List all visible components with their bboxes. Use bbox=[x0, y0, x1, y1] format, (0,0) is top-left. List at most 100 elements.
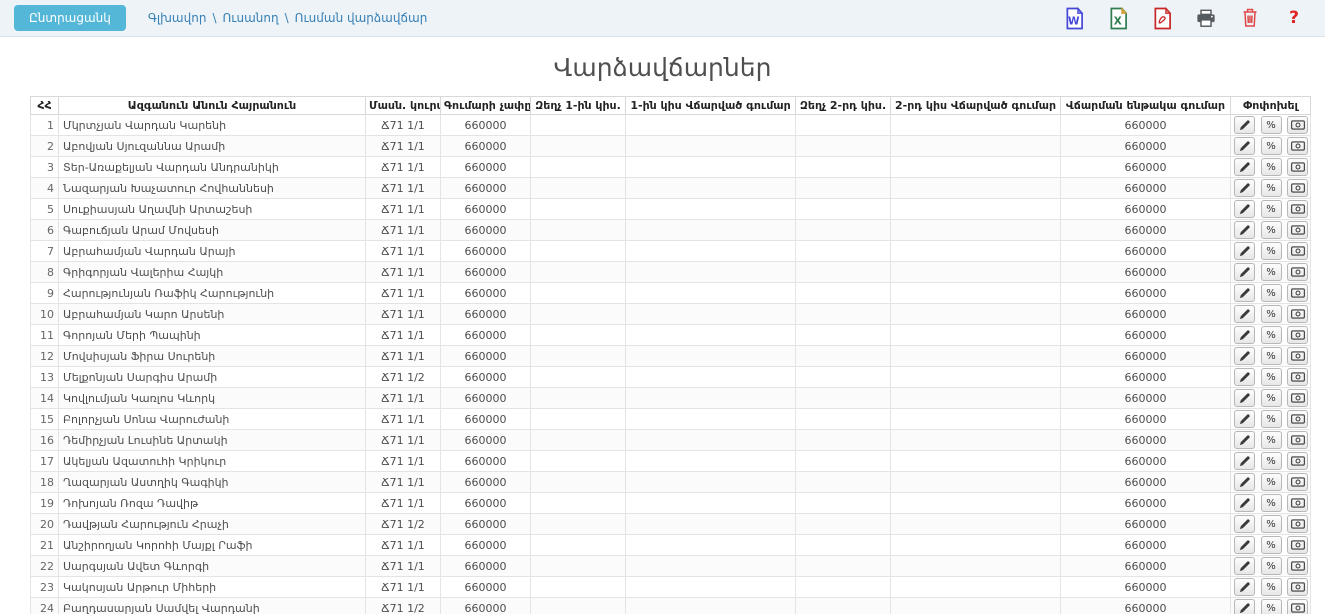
payment-button[interactable] bbox=[1287, 599, 1308, 614]
edit-button[interactable] bbox=[1234, 284, 1255, 302]
help-icon[interactable]: ? bbox=[1283, 6, 1305, 30]
payment-button[interactable] bbox=[1287, 179, 1308, 197]
breadcrumb-student[interactable]: Ուսանող bbox=[223, 11, 279, 25]
discount-percent-button[interactable]: % bbox=[1261, 305, 1282, 323]
payment-button[interactable] bbox=[1287, 389, 1308, 407]
payment-button[interactable] bbox=[1287, 557, 1308, 575]
payment-button[interactable] bbox=[1287, 410, 1308, 428]
discount-sem1 bbox=[531, 409, 626, 430]
payment-button[interactable] bbox=[1287, 284, 1308, 302]
payment-button[interactable] bbox=[1287, 347, 1308, 365]
edit-button[interactable] bbox=[1234, 599, 1255, 614]
paid-sem1 bbox=[626, 241, 796, 262]
discount-percent-button[interactable]: % bbox=[1261, 263, 1282, 281]
menu-button[interactable]: Ընտրացանկ bbox=[14, 5, 126, 31]
payment-button[interactable] bbox=[1287, 137, 1308, 155]
edit-button[interactable] bbox=[1234, 578, 1255, 596]
edit-button[interactable] bbox=[1234, 368, 1255, 386]
payment-button[interactable] bbox=[1287, 536, 1308, 554]
discount-percent-button[interactable]: % bbox=[1261, 242, 1282, 260]
discount-percent-button[interactable]: % bbox=[1261, 410, 1282, 428]
discount-percent-button[interactable]: % bbox=[1261, 452, 1282, 470]
discount-percent-button[interactable]: % bbox=[1261, 536, 1282, 554]
discount-percent-button[interactable]: % bbox=[1261, 431, 1282, 449]
edit-button[interactable] bbox=[1234, 473, 1255, 491]
edit-button[interactable] bbox=[1234, 179, 1255, 197]
payment-button[interactable] bbox=[1287, 221, 1308, 239]
pencil-icon bbox=[1239, 288, 1250, 299]
payment-button[interactable] bbox=[1287, 326, 1308, 344]
payment-button[interactable] bbox=[1287, 242, 1308, 260]
fee-amount: 660000 bbox=[441, 598, 531, 614]
payment-button[interactable] bbox=[1287, 578, 1308, 596]
edit-button[interactable] bbox=[1234, 347, 1255, 365]
edit-button[interactable] bbox=[1234, 116, 1255, 134]
discount-sem2 bbox=[796, 598, 891, 614]
discount-percent-button[interactable]: % bbox=[1261, 116, 1282, 134]
discount-percent-button[interactable]: % bbox=[1261, 221, 1282, 239]
discount-percent-button[interactable]: % bbox=[1261, 137, 1282, 155]
payment-button[interactable] bbox=[1287, 158, 1308, 176]
edit-button[interactable] bbox=[1234, 158, 1255, 176]
row-actions: % bbox=[1231, 409, 1311, 430]
discount-sem2 bbox=[796, 115, 891, 136]
fee-amount: 660000 bbox=[441, 577, 531, 598]
paid-sem2 bbox=[891, 535, 1061, 556]
payment-button[interactable] bbox=[1287, 200, 1308, 218]
edit-button[interactable] bbox=[1234, 494, 1255, 512]
edit-button[interactable] bbox=[1234, 389, 1255, 407]
payment-button[interactable] bbox=[1287, 515, 1308, 533]
edit-button[interactable] bbox=[1234, 536, 1255, 554]
discount-percent-button[interactable]: % bbox=[1261, 515, 1282, 533]
edit-button[interactable] bbox=[1234, 242, 1255, 260]
discount-percent-button[interactable]: % bbox=[1261, 389, 1282, 407]
delete-icon[interactable] bbox=[1239, 6, 1261, 30]
export-toolbar: W X bbox=[1063, 6, 1305, 30]
discount-percent-button[interactable]: % bbox=[1261, 557, 1282, 575]
payment-button[interactable] bbox=[1287, 473, 1308, 491]
discount-percent-button[interactable]: % bbox=[1261, 158, 1282, 176]
edit-button[interactable] bbox=[1234, 452, 1255, 470]
payment-button[interactable] bbox=[1287, 263, 1308, 281]
student-name: Կովլումյան Կառլոս Կևորկ bbox=[59, 388, 366, 409]
discount-percent-button[interactable]: % bbox=[1261, 599, 1282, 614]
discount-percent-button[interactable]: % bbox=[1261, 368, 1282, 386]
discount-percent-button[interactable]: % bbox=[1261, 179, 1282, 197]
word-export-icon[interactable]: W bbox=[1063, 6, 1085, 30]
print-icon[interactable] bbox=[1195, 6, 1217, 30]
pencil-icon bbox=[1239, 414, 1250, 425]
edit-button[interactable] bbox=[1234, 326, 1255, 344]
breadcrumb-home[interactable]: Գլխավոր bbox=[148, 11, 207, 25]
pdf-export-icon[interactable] bbox=[1151, 6, 1173, 30]
breadcrumb-tuition-fee[interactable]: Ուսման վարձավճար bbox=[295, 11, 428, 25]
edit-button[interactable] bbox=[1234, 200, 1255, 218]
payment-button[interactable] bbox=[1287, 368, 1308, 386]
payment-button[interactable] bbox=[1287, 305, 1308, 323]
payment-button[interactable] bbox=[1287, 116, 1308, 134]
discount-percent-button[interactable]: % bbox=[1261, 494, 1282, 512]
edit-button[interactable] bbox=[1234, 263, 1255, 281]
discount-percent-button[interactable]: % bbox=[1261, 473, 1282, 491]
edit-button[interactable] bbox=[1234, 515, 1255, 533]
row-actions: % bbox=[1231, 388, 1311, 409]
paid-sem2 bbox=[891, 136, 1061, 157]
row-index: 21 bbox=[31, 535, 59, 556]
edit-button[interactable] bbox=[1234, 221, 1255, 239]
excel-export-icon[interactable]: X bbox=[1107, 6, 1129, 30]
payment-button[interactable] bbox=[1287, 431, 1308, 449]
paid-sem1 bbox=[626, 535, 796, 556]
edit-button[interactable] bbox=[1234, 431, 1255, 449]
payable-amount: 660000 bbox=[1061, 388, 1231, 409]
edit-button[interactable] bbox=[1234, 557, 1255, 575]
edit-button[interactable] bbox=[1234, 137, 1255, 155]
specialty-course: Ճ71 1/1 bbox=[366, 157, 441, 178]
payment-button[interactable] bbox=[1287, 494, 1308, 512]
discount-percent-button[interactable]: % bbox=[1261, 200, 1282, 218]
discount-percent-button[interactable]: % bbox=[1261, 347, 1282, 365]
edit-button[interactable] bbox=[1234, 305, 1255, 323]
edit-button[interactable] bbox=[1234, 410, 1255, 428]
payment-button[interactable] bbox=[1287, 452, 1308, 470]
discount-percent-button[interactable]: % bbox=[1261, 578, 1282, 596]
discount-percent-button[interactable]: % bbox=[1261, 284, 1282, 302]
discount-percent-button[interactable]: % bbox=[1261, 326, 1282, 344]
